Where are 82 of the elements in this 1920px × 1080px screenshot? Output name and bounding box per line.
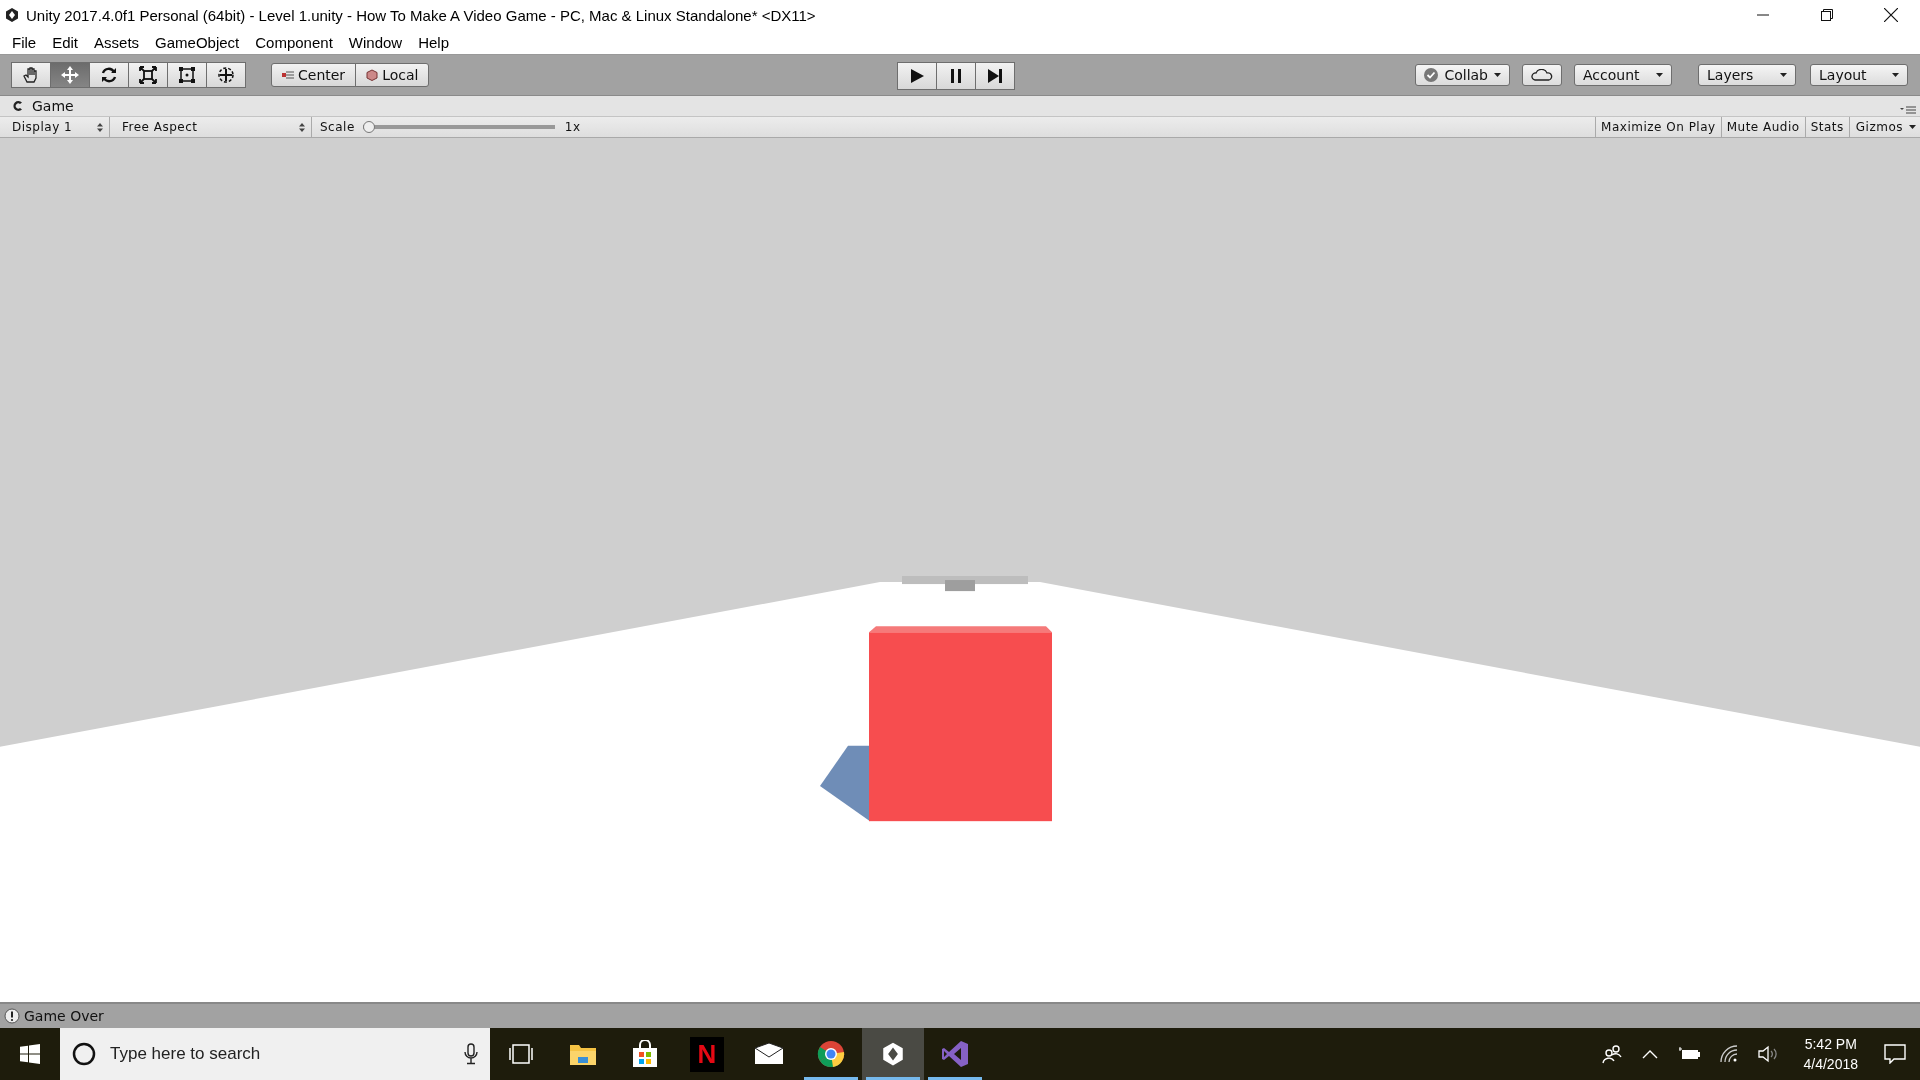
speech-bubble-icon <box>1884 1044 1906 1064</box>
menu-item[interactable]: GameObject <box>147 31 248 53</box>
battery-icon <box>1677 1047 1700 1061</box>
slider-thumb[interactable] <box>362 121 375 133</box>
caret-icon <box>1909 125 1916 129</box>
pivot-button[interactable]: Center <box>271 63 357 87</box>
scale-label: Scale <box>319 120 356 134</box>
toggle-button[interactable]: Mute Audio <box>1720 117 1805 137</box>
shopping-bag-icon <box>632 1040 658 1068</box>
cube-logo-icon <box>880 1041 906 1067</box>
status-message: Game Over <box>24 1008 104 1024</box>
play-icon <box>908 67 926 85</box>
collab-button[interactable]: Collab <box>1415 64 1510 86</box>
menu-item[interactable]: Window <box>340 31 411 53</box>
circle-icon <box>72 1042 96 1066</box>
chevron-up-icon <box>1641 1049 1658 1059</box>
search-input[interactable]: Type here to search <box>110 1034 450 1074</box>
browser-icon <box>817 1040 845 1068</box>
pause-button[interactable] <box>936 62 976 90</box>
dropdown-button[interactable]: Layers <box>1698 64 1796 86</box>
cloud-icon <box>1531 69 1553 81</box>
space-button[interactable]: Local <box>355 63 430 87</box>
tool-button[interactable] <box>206 62 246 88</box>
gizmos-dropdown[interactable]: Gizmos <box>1848 117 1920 137</box>
folder-icon <box>569 1042 597 1066</box>
tool-button[interactable] <box>11 62 51 88</box>
people-icon <box>1601 1044 1622 1064</box>
toggle-button[interactable]: Maximize On Play <box>1595 117 1721 137</box>
dropdown-button[interactable]: Account <box>1574 64 1672 86</box>
updown-icon <box>97 122 103 132</box>
speaker-icon <box>1757 1045 1778 1063</box>
tool-button[interactable] <box>128 62 168 88</box>
windows-logo-icon <box>20 1044 40 1064</box>
rotate-icon <box>99 65 119 85</box>
infinity-logo-icon <box>941 1040 969 1068</box>
menu-item[interactable]: Edit <box>44 31 87 53</box>
tool-button[interactable] <box>89 62 129 88</box>
taskbar-button[interactable]: N <box>676 1028 738 1080</box>
tool-button[interactable] <box>167 62 207 88</box>
scale-icon <box>138 65 158 85</box>
clock[interactable]: 5:42 PM 4/4/2018 <box>1793 1036 1868 1072</box>
window-title: Unity 2017.4.0f1 Personal (64bit) - Level 1.unity - How To Make A Video Game - PC, Mac & Linux Standalone* <DX11> <box>26 6 817 24</box>
caret-icon <box>1892 73 1899 77</box>
display-dropdown[interactable]: Display 1 <box>0 117 110 137</box>
menu-item[interactable]: Component <box>247 31 341 53</box>
microphone-icon <box>464 1043 478 1065</box>
scale-reading: 1x <box>563 120 582 134</box>
game-tab[interactable]: Game <box>28 98 78 114</box>
step-forward-icon <box>986 67 1004 85</box>
info-icon <box>4 1008 20 1024</box>
search-box[interactable]: Type here to search <box>60 1028 490 1080</box>
wifi-icon <box>1719 1045 1738 1063</box>
minimize-icon <box>1757 14 1769 16</box>
play-button[interactable] <box>897 62 937 90</box>
taskbar-button[interactable] <box>862 1028 924 1080</box>
transform-icon <box>216 65 236 85</box>
cube-icon <box>366 69 379 81</box>
step-button[interactable] <box>975 62 1015 90</box>
rect-tool-icon <box>177 65 197 85</box>
cloud-button[interactable] <box>1522 64 1562 86</box>
scale-slider[interactable] <box>362 120 555 134</box>
toggle-button[interactable]: Stats <box>1804 117 1849 137</box>
caret-icon <box>1494 73 1501 77</box>
caret-icon <box>1656 73 1663 77</box>
check-circle-icon <box>1424 68 1439 82</box>
restore-icon <box>1821 9 1833 21</box>
cube-logo-icon <box>4 7 20 23</box>
aspect-dropdown[interactable]: Free Aspect <box>110 117 312 137</box>
envelope-icon <box>754 1043 784 1065</box>
game-tab-icon <box>12 100 24 112</box>
panel-menu-icon <box>1900 106 1916 114</box>
app-logo: N <box>689 1036 725 1072</box>
menu-item[interactable]: File <box>4 31 45 53</box>
updown-icon <box>299 122 305 132</box>
task-view-icon <box>509 1043 533 1065</box>
menu-item[interactable]: Assets <box>86 31 148 53</box>
pivot-icon <box>282 70 294 80</box>
caret-icon <box>1780 73 1787 77</box>
menu-item[interactable]: Help <box>410 31 458 53</box>
move-arrows-icon <box>60 65 80 85</box>
dropdown-button[interactable]: Layout <box>1810 64 1908 86</box>
close-icon <box>1884 8 1898 22</box>
